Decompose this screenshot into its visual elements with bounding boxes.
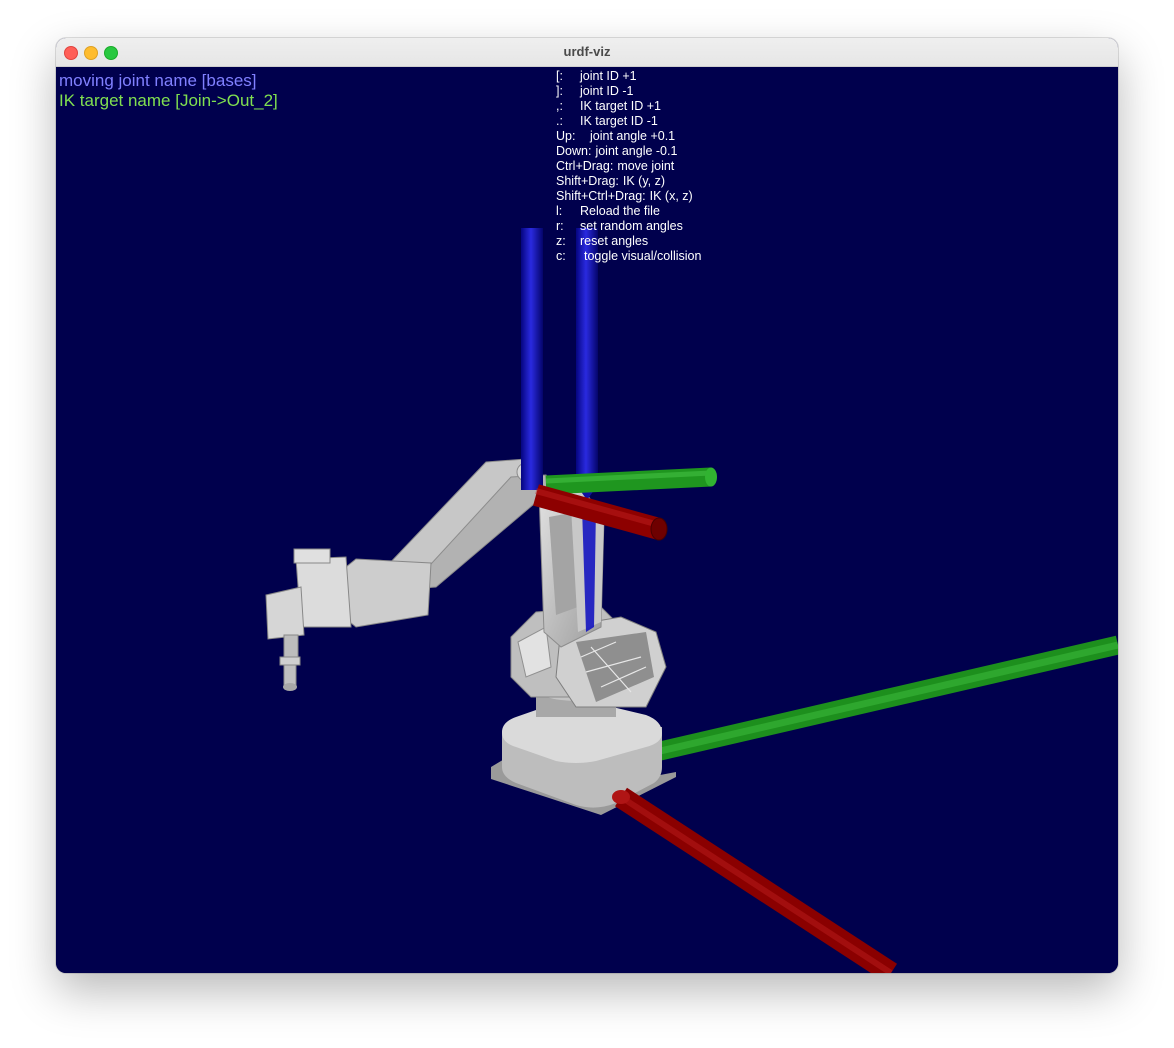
help-key: [: — [556, 69, 563, 83]
help-key: l: — [556, 204, 563, 218]
help-action: set random angles — [580, 219, 683, 233]
help-action: joint ID +1 — [580, 69, 637, 83]
help-key: .: — [556, 114, 563, 128]
help-action: IK (y, z) — [622, 174, 666, 188]
help-key: Ctrl+Drag: — [556, 159, 614, 173]
help-row: [: joint ID +1 — [556, 69, 701, 84]
help-row: l: Reload the file — [556, 204, 701, 219]
help-action: move joint — [617, 159, 675, 173]
window-title: urdf-viz — [563, 44, 611, 59]
help-action: joint angle +0.1 — [590, 129, 676, 143]
help-action: joint angle -0.1 — [595, 144, 678, 158]
help-key: ]: — [556, 84, 563, 98]
help-key: c: — [556, 249, 566, 263]
help-row: c: toggle visual/collision — [556, 249, 701, 264]
help-key: r: — [556, 219, 564, 233]
ik-target-label: IK target name [Join->Out_2] — [59, 91, 278, 110]
help-action: IK target ID +1 — [580, 99, 661, 113]
help-key: ,: — [556, 99, 563, 113]
help-row: ]: joint ID -1 — [556, 84, 701, 99]
help-row: r: set random angles — [556, 219, 701, 234]
moving-joint-label: moving joint name [bases] — [59, 71, 257, 90]
help-action: IK (x, z) — [649, 189, 693, 203]
tool-z-axis-b — [576, 228, 598, 486]
help-row: .: IK target ID -1 — [556, 114, 701, 129]
help-action: joint ID -1 — [580, 84, 634, 98]
help-row: Ctrl+Drag: move joint — [556, 159, 701, 174]
help-key: Up: — [556, 129, 576, 143]
help-key: z: — [556, 234, 566, 248]
help-action: toggle visual/collision — [584, 249, 702, 263]
help-row: Shift+Ctrl+Drag: IK (x, z) — [556, 189, 701, 204]
3d-viewport[interactable]: moving joint name [bases] IK target name… — [56, 67, 1118, 973]
help-row: Shift+Drag: IK (y, z) — [556, 174, 701, 189]
help-row: ,: IK target ID +1 — [556, 99, 701, 114]
help-key: Shift+Drag: — [556, 174, 619, 188]
help-row: Down: joint angle -0.1 — [556, 144, 701, 159]
help-action: Reload the file — [580, 204, 660, 218]
robot-end-effector — [265, 548, 432, 691]
help-key: Down: — [556, 144, 592, 158]
app-window: urdf-viz moving joint name [bases] IK ta… — [56, 38, 1118, 973]
help-key: Shift+Ctrl+Drag: — [556, 189, 646, 203]
help-action: reset angles — [580, 234, 649, 248]
help-action: IK target ID -1 — [580, 114, 658, 128]
help-row: Up: joint angle +0.1 — [556, 129, 701, 144]
help-row: z: reset angles — [556, 234, 701, 249]
tool-z-axis-a — [521, 228, 543, 490]
keyboard-help-overlay: [: joint ID +1]: joint ID -1,: IK target ID… — [556, 69, 701, 264]
title-bar[interactable]: urdf-viz — [56, 38, 1118, 67]
